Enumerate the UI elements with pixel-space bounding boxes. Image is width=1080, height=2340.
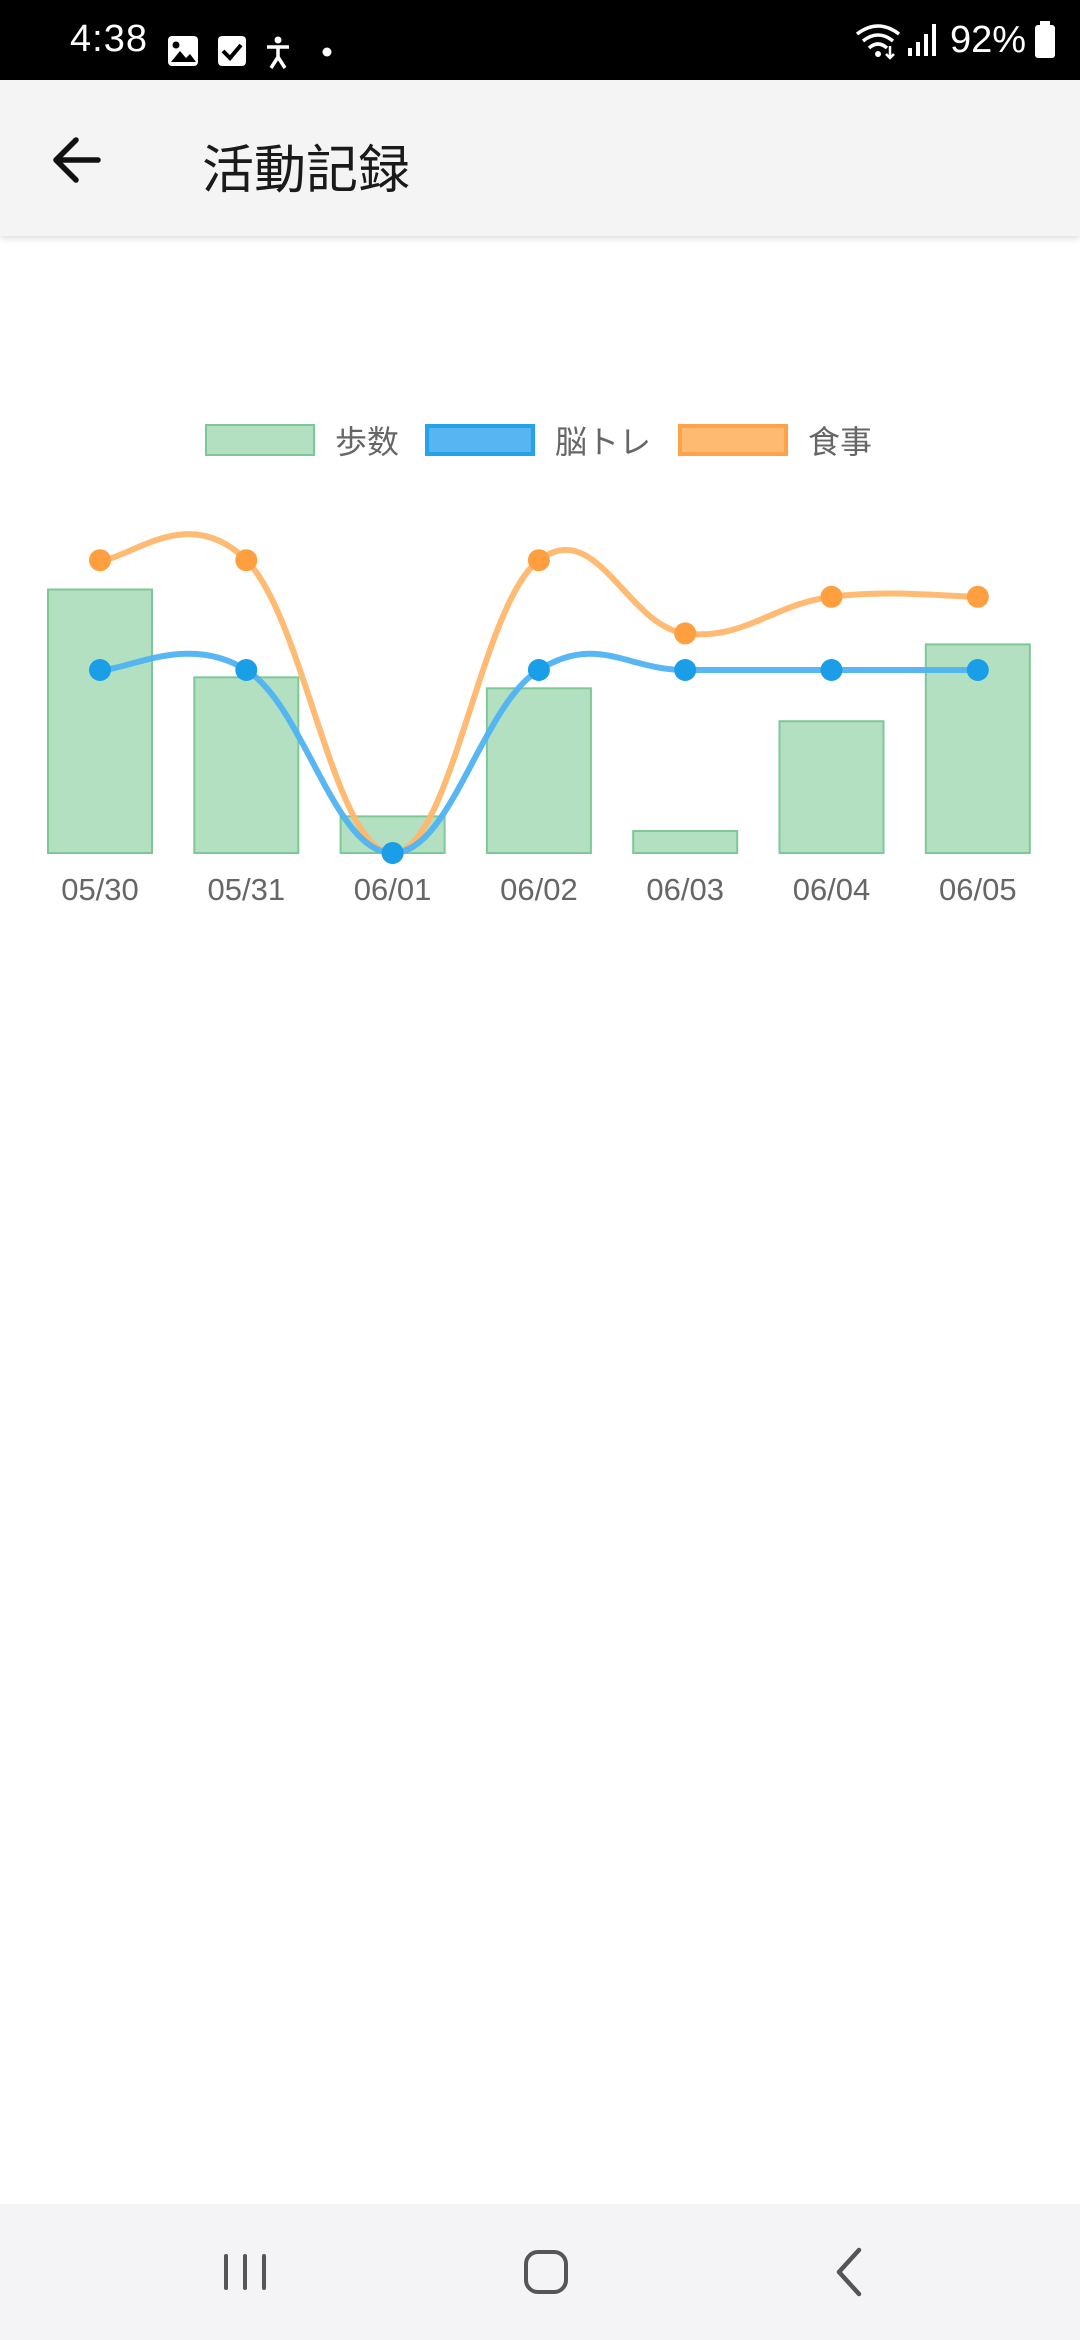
x-tick-label: 06/05 <box>939 872 1017 907</box>
app-bar: 活動記録 <box>0 80 1080 236</box>
home-icon <box>524 2250 568 2294</box>
bar-steps-06-03[interactable] <box>632 830 739 854</box>
point-series-2-05-30[interactable] <box>89 549 111 572</box>
x-tick-label: 06/01 <box>354 872 432 907</box>
point-series-1-06-04[interactable] <box>820 659 843 681</box>
x-tick-label: 06/03 <box>646 872 724 907</box>
wifi-icon <box>855 24 900 60</box>
check-box-icon <box>218 36 246 66</box>
activity-chart: 歩数 脳トレ 食事 05/30 05/31 06/01 06/02 06/03 06/04… <box>0 236 1080 2200</box>
nav-back-button[interactable] <box>805 2234 895 2310</box>
point-series-1-06-03[interactable] <box>674 659 697 681</box>
battery-icon <box>1035 21 1055 58</box>
signal-icon <box>907 24 936 56</box>
point-series-2-05-31[interactable] <box>235 549 258 572</box>
battery-percent: 92% <box>949 18 1026 61</box>
point-series-2-06-03[interactable] <box>674 622 697 645</box>
point-series-1-06-05[interactable] <box>966 659 989 681</box>
back-button[interactable] <box>36 122 116 198</box>
x-tick-label: 05/31 <box>208 872 286 907</box>
recents-button[interactable] <box>200 2234 290 2310</box>
image-icon <box>168 36 198 66</box>
arrow-left-icon <box>53 137 101 183</box>
accessibility-icon <box>267 36 289 69</box>
point-series-2-06-05[interactable] <box>966 585 989 608</box>
status-right: 92% <box>854 18 1056 62</box>
dot-icon <box>322 47 332 57</box>
point-series-1-05-30[interactable] <box>89 659 111 681</box>
navigation-bar <box>0 2204 1080 2340</box>
status-bar: 4:38 92% <box>0 0 1080 80</box>
point-series-2-06-02[interactable] <box>527 549 550 572</box>
x-tick-label: 06/02 <box>500 872 578 907</box>
page-title: 活動記録 <box>202 141 411 201</box>
bar-steps-05-30[interactable] <box>47 588 153 854</box>
point-series-1-06-01[interactable] <box>381 842 404 864</box>
point-series-1-05-31[interactable] <box>235 659 258 681</box>
chart-svg: 05/30 05/31 06/01 06/02 06/03 06/04 06/05 <box>47 531 1031 907</box>
status-time: 4:38 <box>70 18 148 60</box>
x-tick-label: 06/04 <box>793 872 871 907</box>
point-series-1-06-02[interactable] <box>527 659 550 681</box>
status-notification-icons <box>168 36 332 69</box>
home-button[interactable] <box>501 2234 591 2310</box>
bar-steps-06-04[interactable] <box>778 720 885 854</box>
recents-icon <box>224 2254 266 2290</box>
x-tick-label: 05/30 <box>61 872 139 907</box>
back-chevron-icon <box>836 2247 862 2297</box>
point-series-2-06-04[interactable] <box>820 585 843 608</box>
bar-steps-05-31[interactable] <box>193 676 300 854</box>
